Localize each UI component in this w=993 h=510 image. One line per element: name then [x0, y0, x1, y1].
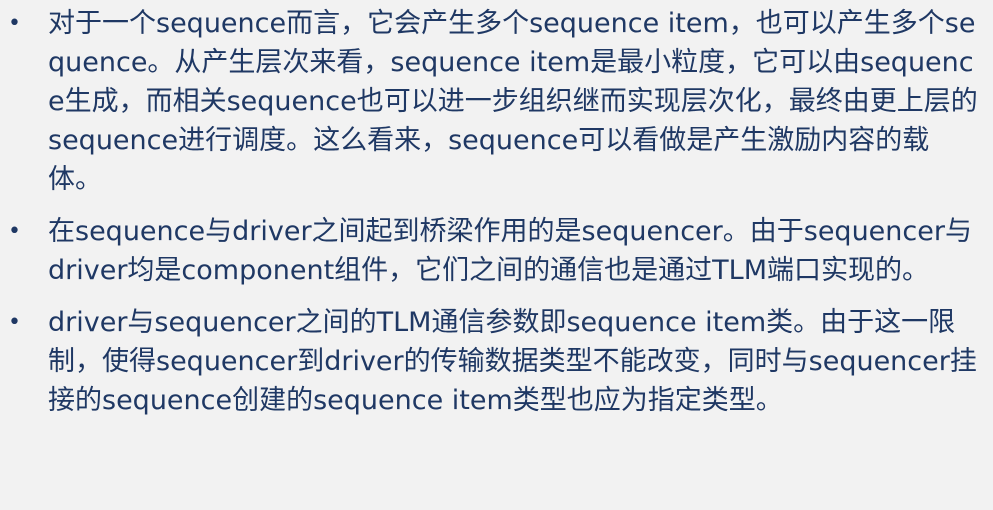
bullet-item-sequencer-bridge: • 在sequence与driver之间起到桥梁作用的是sequencer。由于… — [0, 212, 983, 290]
bullet-marker: • — [8, 11, 21, 36]
bullet-item-tlm-parameter: • driver与sequencer之间的TLM通信参数即sequence it… — [0, 303, 983, 420]
bullet-marker: • — [8, 310, 21, 335]
slide-content: • 对于一个sequence而言，它会产生多个sequence item，也可以… — [0, 0, 993, 510]
bullet-item-sequence-overview: • 对于一个sequence而言，它会产生多个sequence item，也可以… — [0, 4, 983, 199]
bullet-list: • 对于一个sequence而言，它会产生多个sequence item，也可以… — [0, 4, 983, 420]
bullet-marker: • — [8, 219, 21, 244]
bullet-text: 对于一个sequence而言，它会产生多个sequence item，也可以产生… — [48, 8, 978, 195]
bullet-text: 在sequence与driver之间起到桥梁作用的是sequencer。由于se… — [48, 216, 972, 286]
bullet-text: driver与sequencer之间的TLM通信参数即sequence item… — [48, 307, 977, 416]
